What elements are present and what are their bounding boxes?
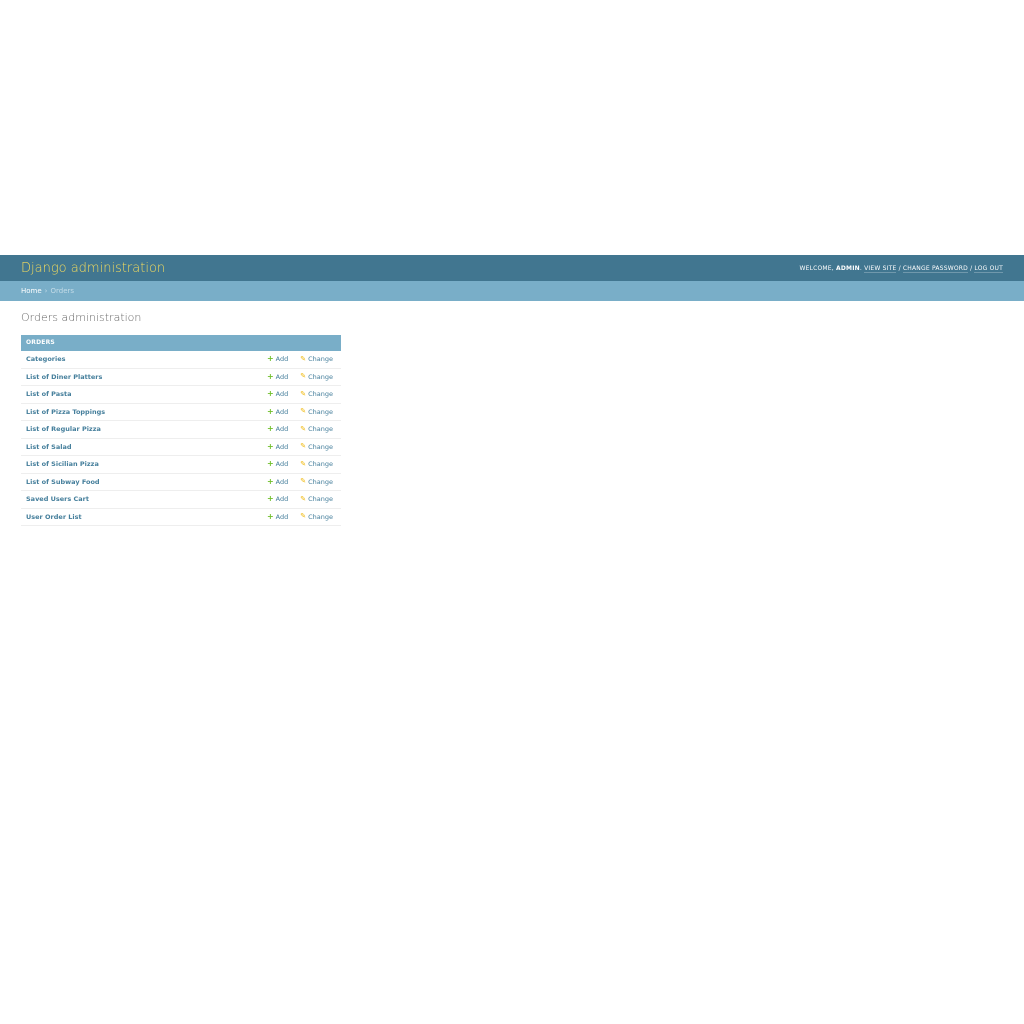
plus-icon: + bbox=[266, 476, 274, 486]
change-label: Change bbox=[308, 407, 333, 416]
add-link[interactable]: + Add bbox=[266, 389, 289, 399]
pencil-icon: ✎ bbox=[300, 442, 307, 451]
plus-icon: + bbox=[266, 424, 274, 434]
table-row: List of Pasta + Add ✎ Change bbox=[21, 386, 341, 404]
table-row: List of Subway Food + Add ✎ Change bbox=[21, 474, 341, 491]
change-label: Change bbox=[308, 442, 333, 451]
table-row: List of Sicilian Pizza + Add ✎ Change bbox=[21, 456, 341, 474]
plus-icon: + bbox=[266, 354, 274, 364]
add-label: Add bbox=[275, 460, 289, 469]
model-link[interactable]: List of Salad bbox=[26, 443, 267, 451]
plus-icon: + bbox=[266, 511, 274, 521]
user-tools-separator: / bbox=[898, 264, 901, 272]
table-row: List of Pizza Toppings + Add ✎ Change bbox=[21, 404, 341, 421]
table-row: List of Regular Pizza + Add ✎ Change bbox=[21, 421, 341, 439]
pencil-icon: ✎ bbox=[300, 494, 307, 503]
model-link[interactable]: List of Regular Pizza bbox=[26, 425, 267, 433]
breadcrumb-separator: › bbox=[44, 287, 48, 295]
table-row: List of Diner Platters + Add ✎ Change bbox=[21, 369, 341, 386]
add-label: Add bbox=[275, 407, 289, 416]
add-link[interactable]: + Add bbox=[266, 406, 289, 416]
model-link[interactable]: Categories bbox=[26, 355, 267, 363]
change-label: Change bbox=[308, 495, 333, 504]
plus-icon: + bbox=[266, 494, 274, 504]
add-link[interactable]: + Add bbox=[266, 476, 289, 486]
site-branding[interactable]: Django administration bbox=[21, 261, 165, 276]
change-link[interactable]: ✎ Change bbox=[300, 443, 333, 451]
pencil-icon: ✎ bbox=[300, 354, 307, 363]
plus-icon: + bbox=[266, 459, 274, 469]
module-caption[interactable]: Orders bbox=[21, 335, 341, 351]
plus-icon: + bbox=[266, 371, 274, 381]
user-tools-separator: / bbox=[970, 264, 973, 272]
app-module-orders: Orders Categories + Add ✎ Change List of Dine… bbox=[21, 335, 341, 526]
welcome-text: Welcome, bbox=[799, 264, 834, 272]
pencil-icon: ✎ bbox=[300, 459, 307, 468]
view-site-link[interactable]: View site bbox=[864, 264, 897, 273]
plus-icon: + bbox=[266, 441, 274, 451]
header: Django administration Welcome, admin. Vi… bbox=[0, 255, 1024, 281]
model-link[interactable]: User Order List bbox=[26, 513, 267, 521]
pencil-icon: ✎ bbox=[300, 389, 307, 398]
pencil-icon: ✎ bbox=[300, 512, 307, 521]
log-out-link[interactable]: Log out bbox=[974, 264, 1003, 273]
change-link[interactable]: ✎ Change bbox=[300, 425, 333, 433]
change-link[interactable]: ✎ Change bbox=[300, 478, 333, 486]
add-link[interactable]: + Add bbox=[266, 494, 289, 504]
model-link[interactable]: List of Sicilian Pizza bbox=[26, 460, 267, 468]
pencil-icon: ✎ bbox=[300, 372, 307, 381]
table-row: Saved Users Cart + Add ✎ Change bbox=[21, 491, 341, 509]
add-label: Add bbox=[275, 372, 289, 381]
table-row: List of Salad + Add ✎ Change bbox=[21, 439, 341, 456]
add-link[interactable]: + Add bbox=[266, 459, 289, 469]
user-name: admin bbox=[836, 264, 860, 272]
table-row: Categories + Add ✎ Change bbox=[21, 351, 341, 369]
change-label: Change bbox=[308, 390, 333, 399]
change-password-link[interactable]: Change password bbox=[902, 264, 968, 273]
add-link[interactable]: + Add bbox=[266, 511, 289, 521]
change-link[interactable]: ✎ Change bbox=[300, 390, 333, 398]
add-link[interactable]: + Add bbox=[266, 441, 289, 451]
add-label: Add bbox=[275, 442, 289, 451]
plus-icon: + bbox=[266, 406, 274, 416]
breadcrumb-current: Orders bbox=[50, 287, 75, 295]
add-label: Add bbox=[275, 512, 289, 521]
pencil-icon: ✎ bbox=[300, 407, 307, 416]
breadcrumb: Home › Orders bbox=[0, 281, 1024, 301]
change-link[interactable]: ✎ Change bbox=[300, 355, 333, 363]
model-list: Categories + Add ✎ Change List of Diner Platt… bbox=[21, 351, 341, 526]
page-title: Orders administration bbox=[21, 311, 142, 324]
change-label: Change bbox=[308, 512, 333, 521]
change-label: Change bbox=[308, 372, 333, 381]
add-label: Add bbox=[275, 355, 289, 364]
change-link[interactable]: ✎ Change bbox=[300, 460, 333, 468]
add-label: Add bbox=[275, 495, 289, 504]
change-link[interactable]: ✎ Change bbox=[300, 513, 333, 521]
change-label: Change bbox=[308, 425, 333, 434]
user-tools: Welcome, admin. View site / Change passw… bbox=[799, 264, 1003, 273]
change-label: Change bbox=[308, 477, 333, 486]
pencil-icon: ✎ bbox=[300, 477, 307, 486]
model-link[interactable]: List of Diner Platters bbox=[26, 373, 267, 381]
change-link[interactable]: ✎ Change bbox=[300, 373, 333, 381]
model-link[interactable]: Saved Users Cart bbox=[26, 495, 267, 503]
breadcrumb-home-link[interactable]: Home bbox=[21, 287, 42, 295]
add-label: Add bbox=[275, 425, 289, 434]
change-link[interactable]: ✎ Change bbox=[300, 495, 333, 503]
change-label: Change bbox=[308, 355, 333, 364]
add-link[interactable]: + Add bbox=[266, 354, 289, 364]
model-link[interactable]: List of Pizza Toppings bbox=[26, 408, 267, 416]
add-link[interactable]: + Add bbox=[266, 424, 289, 434]
change-link[interactable]: ✎ Change bbox=[300, 408, 333, 416]
add-label: Add bbox=[275, 477, 289, 486]
add-link[interactable]: + Add bbox=[266, 371, 289, 381]
table-row: User Order List + Add ✎ Change bbox=[21, 509, 341, 526]
model-link[interactable]: List of Subway Food bbox=[26, 478, 267, 486]
model-link[interactable]: List of Pasta bbox=[26, 390, 267, 398]
change-label: Change bbox=[308, 460, 333, 469]
django-admin-page: Django administration Welcome, admin. Vi… bbox=[0, 0, 1024, 1024]
pencil-icon: ✎ bbox=[300, 424, 307, 433]
plus-icon: + bbox=[266, 389, 274, 399]
add-label: Add bbox=[275, 390, 289, 399]
